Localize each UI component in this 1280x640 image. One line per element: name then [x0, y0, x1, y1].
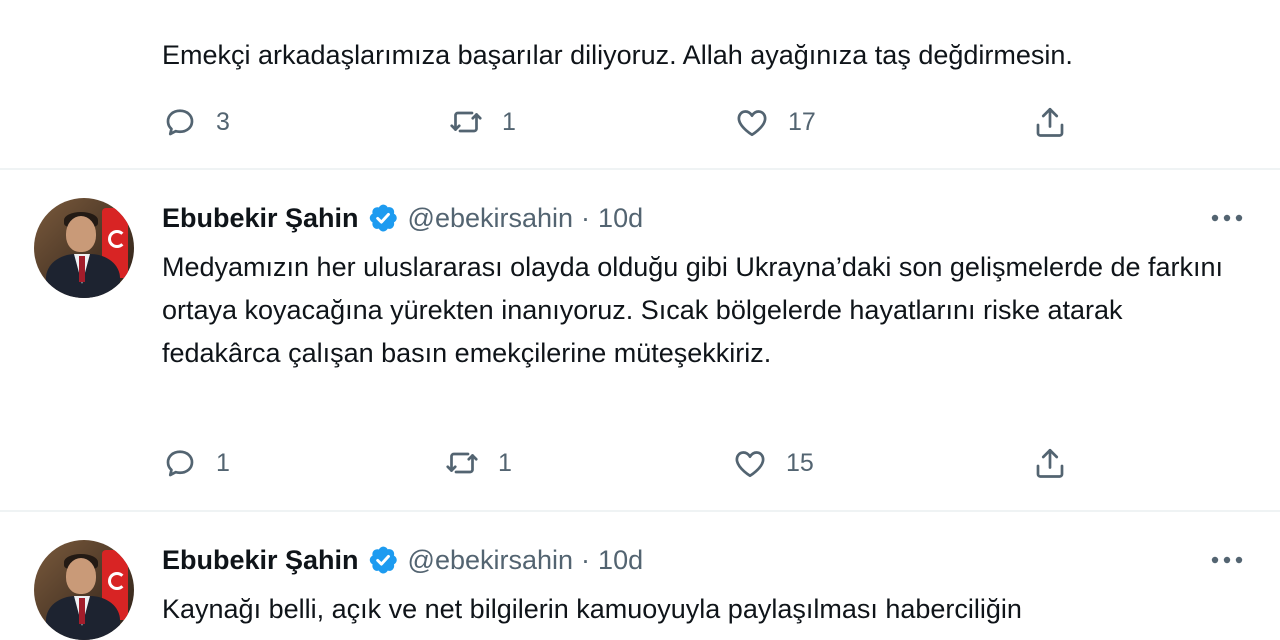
- retweet-count: 1: [498, 448, 512, 477]
- tweet-timestamp[interactable]: 10d: [598, 203, 643, 234]
- verified-badge-icon: [369, 546, 397, 574]
- tweet[interactable]: Emekçi arkadaşlarımıza başarılar diliyor…: [0, 0, 1280, 170]
- retweet-button[interactable]: 1: [448, 102, 516, 142]
- retweet-icon: [446, 452, 478, 474]
- tweet-timeline: Emekçi arkadaşlarımıza başarılar diliyor…: [0, 0, 1280, 640]
- reply-button[interactable]: 1: [162, 443, 230, 483]
- tweet-timestamp[interactable]: 10d: [598, 545, 643, 576]
- share-icon: [1036, 448, 1064, 478]
- tweet-text: Medyamızın her uluslararası olayda olduğ…: [162, 252, 1224, 368]
- retweet-count: 1: [502, 107, 516, 136]
- like-button[interactable]: 15: [732, 443, 814, 483]
- separator-dot: ·: [581, 544, 591, 575]
- reply-icon: [166, 109, 194, 136]
- tweet-text: Emekçi arkadaşlarımıza başarılar diliyor…: [162, 40, 1073, 70]
- share-button[interactable]: [1032, 443, 1068, 483]
- like-count: 17: [788, 107, 816, 136]
- like-count: 15: [786, 448, 814, 477]
- reply-count: 1: [216, 448, 230, 477]
- reply-icon: [166, 450, 194, 477]
- more-options-icon: [1211, 556, 1243, 564]
- tweet-header: Ebubekir Şahin @ebekirsahin · 10d: [162, 198, 643, 238]
- author-handle[interactable]: @ebekirsahin: [408, 203, 574, 234]
- tweet-actions: 1 1 15: [162, 443, 1252, 483]
- like-icon: [735, 451, 765, 478]
- share-icon: [1036, 107, 1064, 137]
- avatar[interactable]: [34, 198, 134, 298]
- retweet-icon: [450, 111, 482, 133]
- separator-dot: ·: [581, 202, 591, 233]
- retweet-button[interactable]: 1: [444, 443, 512, 483]
- author-name[interactable]: Ebubekir Şahin: [162, 545, 359, 576]
- more-options-button[interactable]: [1207, 198, 1247, 238]
- author-handle[interactable]: @ebekirsahin: [408, 545, 574, 576]
- verified-badge-icon: [369, 204, 397, 232]
- tweet-actions: 3 1 17: [162, 102, 1252, 142]
- tweet-text: Kaynağı belli, açık ve net bilgilerin ka…: [162, 594, 1022, 624]
- reply-button[interactable]: 3: [162, 102, 230, 142]
- more-options-icon: [1211, 214, 1243, 222]
- tweet[interactable]: Ebubekir Şahin @ebekirsahin · 10d Medyam…: [0, 170, 1280, 510]
- avatar[interactable]: [34, 540, 134, 640]
- tweet[interactable]: Ebubekir Şahin @ebekirsahin · 10d Kaynağ…: [0, 512, 1280, 640]
- like-icon: [737, 110, 767, 137]
- share-button[interactable]: [1032, 102, 1068, 142]
- tweet-header: Ebubekir Şahin @ebekirsahin · 10d: [162, 540, 643, 580]
- more-options-button[interactable]: [1207, 540, 1247, 580]
- like-button[interactable]: 17: [734, 102, 816, 142]
- reply-count: 3: [216, 107, 230, 136]
- author-name[interactable]: Ebubekir Şahin: [162, 203, 359, 234]
